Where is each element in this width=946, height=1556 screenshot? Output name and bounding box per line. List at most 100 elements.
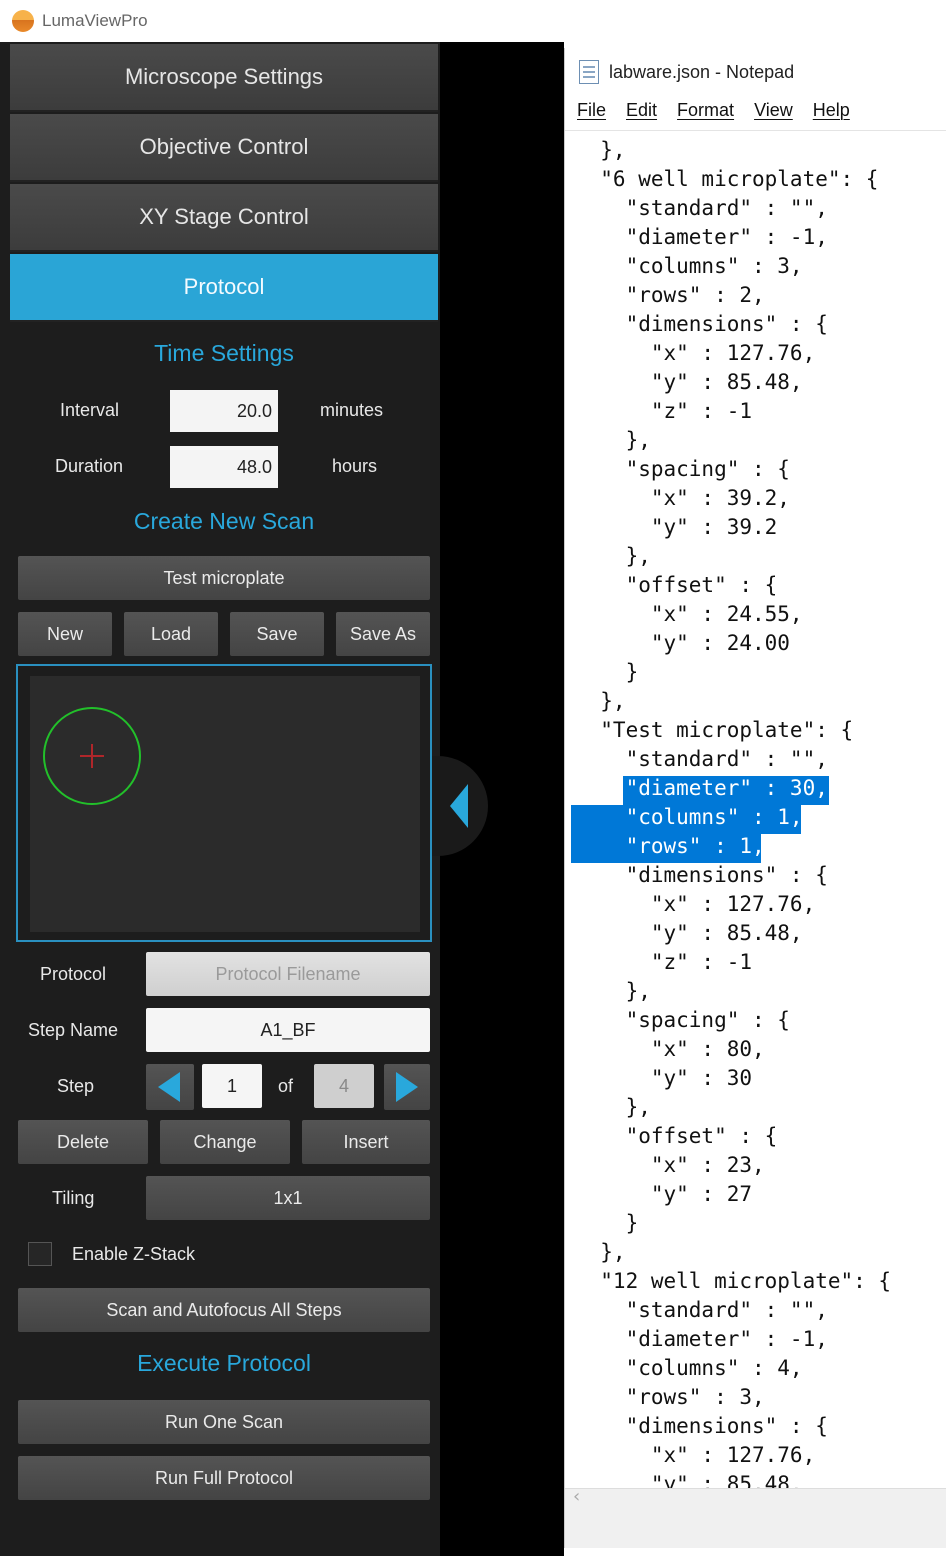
microscope-settings-button[interactable]: Microscope Settings [10,44,438,112]
code-line: }, [575,1240,626,1264]
code-line: "Test microplate": { [575,718,854,742]
labware-preview[interactable] [16,664,432,942]
step-of-label: of [278,1076,294,1096]
save-button[interactable]: Save [230,612,324,656]
enable-zstack-label: Enable Z-Stack [72,1244,196,1264]
duration-unit: hours [332,456,378,476]
menu-help[interactable]: Help [813,100,850,121]
interval-label: Interval [60,400,120,420]
app-title: LumaViewPro [42,11,148,30]
code-line: "standard" : "", [575,1298,828,1322]
change-step-button[interactable]: Change [160,1120,290,1164]
time-settings-heading: Time Settings [154,340,294,366]
notepad-title: labware.json - Notepad [609,61,795,82]
code-line: "offset" : { [575,573,778,597]
notepad-menubar: File Edit Format View Help [577,100,870,121]
duration-input[interactable]: 48.0 [170,446,278,488]
menu-view[interactable]: View [754,100,793,121]
app-logo-icon [12,10,34,32]
code-line: "columns" : 3, [575,254,803,278]
interval-input[interactable]: 20.0 [170,390,278,432]
create-new-scan-heading: Create New Scan [133,508,315,534]
protocol-button[interactable]: Protocol [10,254,438,322]
execute-protocol-heading: Execute Protocol [137,1350,311,1376]
code-line: "dimensions" : { [575,863,828,887]
code-line: "12 well microplate": { [575,1269,892,1293]
xy-stage-control-button[interactable]: XY Stage Control [10,184,438,252]
menu-file[interactable]: File [577,100,606,121]
code-line: "columns" : 4, [575,1356,803,1380]
labware-select[interactable]: Test microplate [18,556,430,600]
code-line: }, [575,689,626,713]
duration-label: Duration [55,456,124,476]
code-line: "x" : 127.76, [575,1443,816,1467]
menu-format[interactable]: Format [677,100,734,121]
code-line: "spacing" : { [575,457,790,481]
notepad-text-area[interactable]: }, "6 well microplate": { "standard" : "… [565,128,946,1488]
code-line: "dimensions" : { [575,312,828,336]
scan-autofocus-all-button[interactable]: Scan and Autofocus All Steps [18,1288,430,1332]
step-name-input[interactable]: A1_BF [146,1008,430,1052]
objective-control-button[interactable]: Objective Control [10,114,438,182]
code-line: "y" : 30 [575,1066,753,1090]
protocol-filename-field[interactable]: Protocol Filename [146,952,430,996]
code-line: "y" : 85.48, [575,1472,803,1488]
code-line: "diameter" : -1, [575,1327,828,1351]
new-button[interactable]: New [18,612,112,656]
run-one-scan-button[interactable]: Run One Scan [18,1400,430,1444]
app-titlebar: LumaViewPro [0,0,946,42]
enable-zstack-checkbox[interactable] [28,1242,52,1266]
tiling-select[interactable]: 1x1 [146,1176,430,1220]
notepad-window: labware.json - Notepad File Edit Format … [564,48,946,1548]
step-next-button[interactable] [384,1064,430,1110]
insert-step-button[interactable]: Insert [302,1120,430,1164]
step-prev-button[interactable] [146,1064,194,1110]
load-button[interactable]: Load [124,612,218,656]
code-line: "y" : 27 [575,1182,753,1206]
code-line: "rows" : 1, [575,834,765,858]
notepad-icon [579,60,599,84]
code-line: "x" : 127.76, [575,341,816,365]
collapse-panel-icon [450,784,468,828]
tiling-label: Tiling [52,1188,95,1208]
horizontal-scrollbar[interactable] [565,1486,946,1509]
code-line: "offset" : { [575,1124,778,1148]
code-line: "standard" : "", [575,196,828,220]
code-line: "x" : 23, [575,1153,765,1177]
well-crosshair-icon [80,744,104,768]
code-line: "standard" : "", [575,747,828,771]
code-line: "x" : 127.76, [575,892,816,916]
code-line: "diameter" : 30, [575,776,828,800]
notepad-titlebar: labware.json - Notepad [565,48,946,96]
run-full-protocol-button[interactable]: Run Full Protocol [18,1456,430,1500]
code-line: } [575,660,639,684]
code-line: "x" : 80, [575,1037,765,1061]
notepad-statusbar [565,1509,946,1548]
step-prev-icon [158,1072,180,1102]
code-line: }, [575,544,651,568]
step-total-field: 4 [314,1064,374,1108]
code-line: "6 well microplate": { [575,167,879,191]
code-line: "y" : 24.00 [575,631,790,655]
interval-unit: minutes [320,400,384,420]
plate-canvas[interactable] [30,676,420,932]
collapse-panel-button[interactable] [432,756,488,856]
menu-edit[interactable]: Edit [626,100,657,121]
step-label: Step [57,1076,95,1096]
code-line: "diameter" : -1, [575,225,828,249]
code-line: "y" : 39.2 [575,515,778,539]
code-line: "x" : 24.55, [575,602,803,626]
code-line: "dimensions" : { [575,1414,828,1438]
code-line: "spacing" : { [575,1008,790,1032]
code-line: "rows" : 3, [575,1385,765,1409]
code-line: "z" : -1 [575,950,753,974]
delete-step-button[interactable]: Delete [18,1120,148,1164]
protocol-label: Protocol [40,964,107,984]
save-as-button[interactable]: Save As [336,612,430,656]
code-line: }, [575,428,651,452]
step-number-input[interactable]: 1 [202,1064,262,1108]
code-line: "y" : 85.48, [575,370,803,394]
code-line: "x" : 39.2, [575,486,790,510]
code-line: }, [575,1095,651,1119]
code-line: }, [575,138,626,162]
